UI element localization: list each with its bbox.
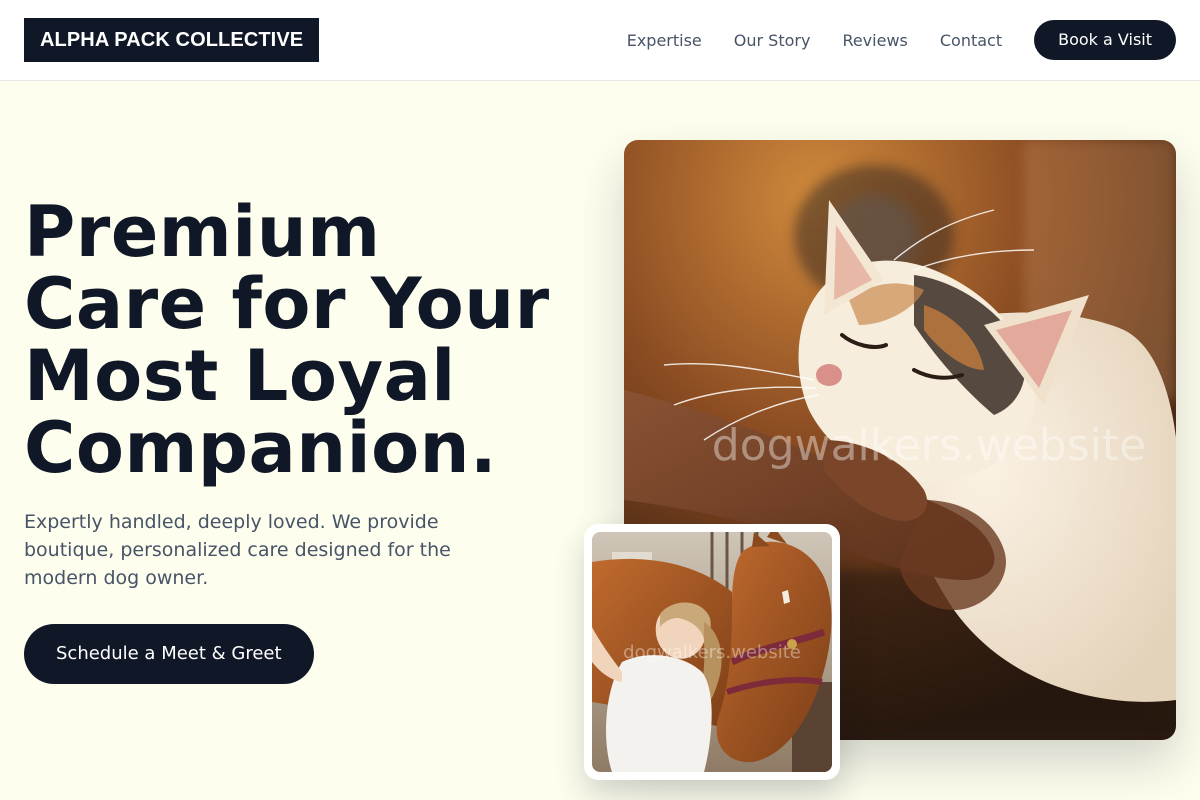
hero-title-line: Care for Your [24, 263, 550, 345]
hero-title: Premium Care for Your Most Loyal Compani… [24, 196, 584, 484]
schedule-meet-greet-button[interactable]: Schedule a Meet & Greet [24, 624, 314, 684]
horse-illustration [592, 532, 832, 772]
nav-link-our-story[interactable]: Our Story [734, 31, 811, 50]
nav-link-reviews[interactable]: Reviews [842, 31, 907, 50]
hero-title-line: Premium [24, 191, 381, 273]
secondary-photo-card: dogwalkers.website [584, 524, 840, 780]
book-visit-button[interactable]: Book a Visit [1034, 20, 1176, 60]
hero-title-line: Most Loyal [24, 335, 456, 417]
main-nav: Expertise Our Story Reviews Contact Book… [627, 20, 1176, 60]
brand-logo[interactable]: ALPHA PACK COLLECTIVE [24, 18, 320, 62]
horse-photo: dogwalkers.website [592, 532, 832, 772]
hero-subtitle: Expertly handled, deeply loved. We provi… [24, 511, 451, 589]
site-header: ALPHA PACK COLLECTIVE Expertise Our Stor… [0, 0, 1200, 81]
hero-title-line: Companion. [24, 407, 498, 489]
nav-link-expertise[interactable]: Expertise [627, 31, 702, 50]
nav-link-contact[interactable]: Contact [940, 31, 1002, 50]
